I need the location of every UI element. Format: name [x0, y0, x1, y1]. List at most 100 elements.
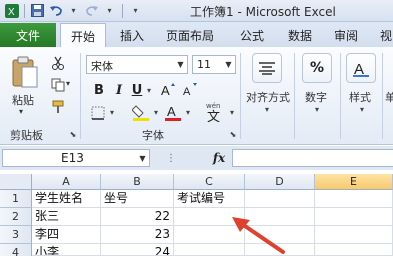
font-name-combo[interactable]: 宋体 ▼	[86, 55, 188, 74]
styles-button[interactable]: A	[346, 53, 376, 83]
undo-icon[interactable]	[48, 3, 63, 18]
worksheet-grid[interactable]: A B C D E 1 2 3 4 学生姓名 坐号 考试编号 张三 22 李四 …	[0, 170, 393, 256]
chevron-down-icon[interactable]: ▼	[222, 56, 235, 73]
cell-c1[interactable]: 考试编号	[174, 190, 245, 208]
styles-icon: A	[353, 61, 369, 78]
font-color-dropdown-icon[interactable]: ▾	[184, 107, 192, 117]
cell-a3[interactable]: 李四	[32, 226, 101, 244]
group-divider	[80, 53, 81, 139]
font-size-combo[interactable]: 11 ▼	[192, 55, 236, 74]
paste-dropdown-icon[interactable]: ▾	[19, 107, 23, 116]
paste-label[interactable]: 粘贴	[12, 92, 34, 108]
tab-review[interactable]: 审阅	[334, 27, 358, 44]
name-box-value: E13	[61, 151, 84, 165]
alignment-dropdown-icon[interactable]: ▾	[265, 105, 269, 114]
font-group-label: 字体	[142, 129, 164, 142]
alignment-label[interactable]: 对齐方式	[246, 89, 290, 105]
tab-insert[interactable]: 插入	[120, 27, 144, 44]
tab-file[interactable]: 文件	[0, 23, 56, 47]
name-box[interactable]: E13 ▼	[2, 149, 150, 167]
tab-data[interactable]: 数据	[288, 27, 312, 44]
cell-e2[interactable]	[315, 208, 393, 226]
fill-color-icon[interactable]	[132, 103, 150, 121]
svg-text:A: A	[161, 83, 170, 97]
clipboard-launcher-icon[interactable]: ⬊	[68, 129, 78, 139]
column-header-a[interactable]: A	[32, 174, 101, 190]
toolbar-divider	[24, 3, 25, 18]
cell-e1[interactable]	[315, 190, 393, 208]
svg-text:A: A	[167, 104, 176, 119]
cell-a2[interactable]: 张三	[32, 208, 101, 226]
column-header-b[interactable]: B	[101, 174, 174, 190]
number-button[interactable]: %	[302, 53, 332, 83]
cell-a1[interactable]: 学生姓名	[32, 190, 101, 208]
font-name-value: 宋体	[91, 60, 113, 73]
group-divider	[382, 53, 383, 139]
chevron-down-icon[interactable]: ▼	[136, 150, 149, 166]
cell-b1[interactable]: 坐号	[101, 190, 174, 208]
cell-e4[interactable]	[315, 244, 393, 256]
copy-dropdown-icon[interactable]: ▾	[66, 79, 70, 88]
column-header-d[interactable]: D	[245, 174, 315, 190]
underline-dropdown-icon[interactable]: ▾	[145, 85, 153, 95]
cell-b2[interactable]: 22	[101, 208, 174, 226]
italic-icon[interactable]: I	[112, 83, 126, 98]
quick-access-toolbar: X ▾ ▾ ▾	[4, 3, 143, 18]
redo-dropdown-icon[interactable]: ▾	[102, 3, 117, 18]
cell-e3[interactable]	[315, 226, 393, 244]
underline-icon[interactable]: U	[130, 83, 144, 98]
font-color-icon[interactable]: A	[164, 103, 182, 121]
tab-view[interactable]: 视	[380, 27, 392, 44]
tab-page-layout[interactable]: 页面布局	[166, 27, 214, 44]
tab-formulas[interactable]: 公式	[240, 27, 264, 44]
group-divider	[240, 53, 241, 139]
customize-toolbar-icon[interactable]: ▾	[128, 3, 143, 18]
borders-icon[interactable]	[90, 105, 106, 121]
styles-label[interactable]: 样式	[349, 89, 371, 105]
redo-icon[interactable]	[84, 3, 99, 18]
fill-color-dropdown-icon[interactable]: ▾	[152, 107, 160, 117]
shrink-font-icon[interactable]: A	[182, 81, 198, 97]
alignment-button[interactable]	[252, 53, 282, 83]
save-icon[interactable]	[30, 3, 45, 18]
borders-dropdown-icon[interactable]: ▾	[108, 107, 116, 117]
copy-icon[interactable]	[50, 77, 66, 93]
cell-a4[interactable]: 小李	[32, 244, 101, 256]
formula-bar-grip-icon[interactable]: ⋮	[166, 152, 176, 164]
undo-dropdown-icon[interactable]: ▾	[66, 3, 81, 18]
column-header-e[interactable]: E	[315, 174, 393, 190]
bold-icon[interactable]: B	[92, 83, 106, 98]
row-header-2[interactable]: 2	[0, 208, 32, 226]
cell-b3[interactable]: 23	[101, 226, 174, 244]
format-painter-icon[interactable]	[50, 99, 66, 115]
percent-icon: %	[309, 60, 325, 76]
number-label[interactable]: 数字	[305, 89, 327, 105]
row-header-1[interactable]: 1	[0, 190, 32, 208]
styles-dropdown-icon[interactable]: ▾	[360, 105, 364, 114]
column-header-c[interactable]: C	[174, 174, 245, 190]
ribbon-tabs: 文件 开始 插入 页面布局 公式 数据 审阅 视	[0, 22, 393, 47]
title-bar: X ▾ ▾ ▾ 工作簿1 - Microsoft Excel	[0, 0, 393, 22]
cell-b4[interactable]: 24	[101, 244, 174, 256]
tab-home[interactable]: 开始	[60, 23, 107, 47]
chevron-down-icon[interactable]: ▼	[174, 56, 187, 73]
clipboard-group-label: 剪贴板	[10, 129, 43, 142]
phonetic-dropdown-icon[interactable]: ▾	[228, 107, 236, 117]
row-header-4[interactable]: 4	[0, 244, 32, 256]
insert-function-icon[interactable]: fx	[210, 150, 228, 166]
cell-d1[interactable]	[245, 190, 315, 208]
grow-font-icon[interactable]: A	[160, 81, 176, 97]
select-all-corner[interactable]	[0, 174, 32, 190]
phonetic-guide-icon[interactable]: wén 文	[204, 101, 228, 123]
formula-input[interactable]	[232, 149, 393, 167]
annotation-arrow-icon	[232, 217, 285, 254]
svg-text:文: 文	[207, 110, 220, 123]
number-dropdown-icon[interactable]: ▾	[315, 105, 319, 114]
paste-icon[interactable]	[8, 53, 42, 93]
font-launcher-icon[interactable]: ⬊	[228, 129, 238, 139]
cells-label-partial[interactable]: 单	[385, 89, 393, 105]
svg-text:X: X	[8, 7, 15, 18]
cut-icon[interactable]	[50, 55, 66, 71]
excel-logo-icon[interactable]: X	[4, 3, 19, 18]
row-header-3[interactable]: 3	[0, 226, 32, 244]
